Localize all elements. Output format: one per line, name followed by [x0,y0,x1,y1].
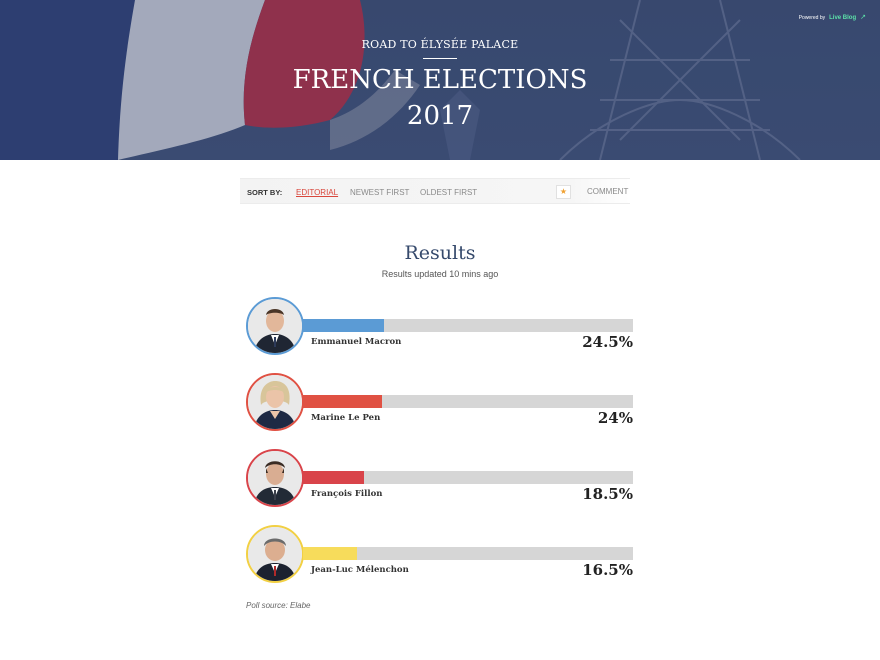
candidate-row: François Fillon 18.5% [246,449,636,509]
star-filter-button[interactable]: ★ [556,185,571,199]
candidate-name: Emmanuel Macron [311,337,402,347]
result-bar-track [303,395,633,408]
results-updated-text: Results updated 10 mins ago [381,269,499,279]
candidate-name: François Fillon [311,489,383,499]
candidate-name: Jean-Luc Mélenchon [311,565,409,575]
comment-button[interactable]: COMMENT [587,187,628,196]
result-bar-fill [303,471,365,484]
result-bar-track [303,471,633,484]
results-title: Results [404,242,476,264]
sort-option-editorial[interactable]: EDITORIAL [296,188,338,197]
candidate-avatar [246,373,304,431]
hero-banner: Powered by Live Blog ↗ ROAD TO ÉLYSÉE PA… [0,0,880,160]
candidate-percent: 24.5% [582,333,633,351]
page-title-line2: 2017 [406,101,474,131]
poll-source: Poll source: Elabe [246,601,311,610]
page-title-line1: FRENCH ELECTIONS [292,65,588,95]
candidate-avatar [246,525,304,583]
candidate-portrait-icon [248,299,302,353]
sort-option-newest-first[interactable]: NEWEST FIRST [350,188,409,197]
powered-by-text: Powered by [798,15,826,21]
result-bar-track [303,547,633,560]
candidate-percent: 16.5% [582,561,633,579]
candidate-row: Jean-Luc Mélenchon 16.5% [246,525,636,585]
sort-option-oldest-first[interactable]: OLDEST FIRST [420,188,477,197]
hero-kicker: ROAD TO ÉLYSÉE PALACE [361,38,519,51]
candidate-percent: 18.5% [582,485,633,503]
sort-bar: SORT BY: EDITORIAL NEWEST FIRST OLDEST F… [240,178,630,204]
result-bar-fill [303,319,384,332]
candidate-avatar [246,449,304,507]
sort-by-label: SORT BY: [247,188,283,197]
candidate-row: Marine Le Pen 24% [246,373,636,433]
page-title: FRENCH ELECTIONS 2017 [0,62,880,134]
candidate-avatar [246,297,304,355]
candidate-portrait-icon [248,527,302,581]
live-blog-brand: Live Blog [829,15,857,21]
kicker-divider [423,58,457,59]
result-bar-fill [303,395,383,408]
candidate-percent: 24% [597,409,633,427]
candidate-row: Emmanuel Macron 24.5% [246,297,636,357]
powered-by-badge[interactable]: Powered by Live Blog ↗ [798,14,866,21]
candidate-portrait-icon [248,451,302,505]
candidate-name: Marine Le Pen [311,413,381,423]
candidate-portrait-icon [248,375,302,429]
result-bar-fill [303,547,358,560]
result-bar-track [303,319,633,332]
live-blog-arrow-icon: ↗ [860,14,866,21]
star-icon: ★ [559,187,568,196]
